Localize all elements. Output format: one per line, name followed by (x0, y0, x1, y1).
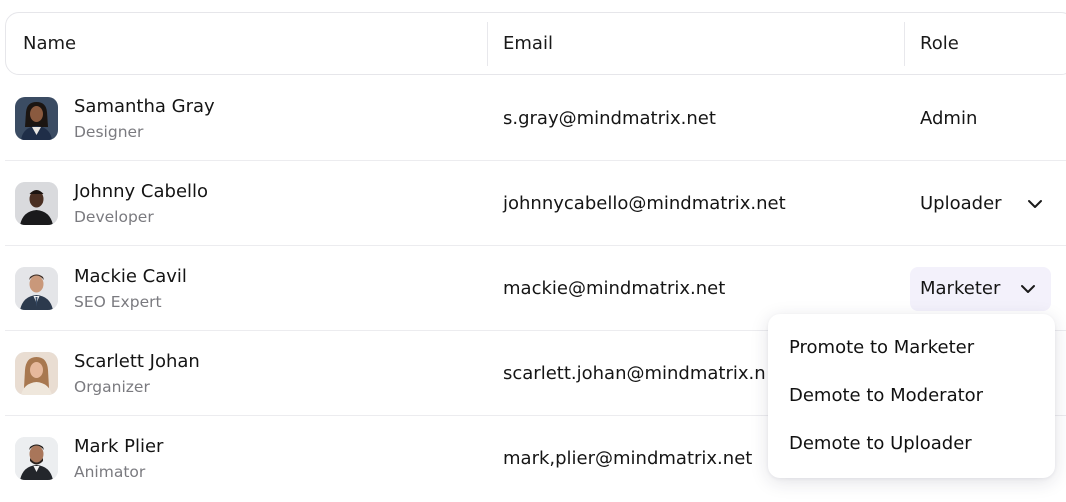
user-email: johnnycabello@mindmatrix.net (503, 193, 786, 214)
menu-item-demote-uploader[interactable]: Demote to Uploader (789, 428, 972, 460)
avatar (15, 267, 58, 310)
avatar (15, 437, 58, 480)
role-dropdown-value: Marketer (920, 278, 1001, 299)
role-dropdown-value: Uploader (920, 193, 1002, 214)
user-title: SEO Expert (74, 293, 162, 311)
avatar (15, 97, 58, 140)
role-dropdown[interactable]: Uploader (910, 182, 1056, 226)
user-title: Organizer (74, 378, 150, 396)
user-name: Mark Plier (74, 436, 164, 457)
user-title: Animator (74, 463, 146, 481)
menu-item-promote-marketer[interactable]: Promote to Marketer (789, 332, 974, 364)
user-name: Mackie Cavil (74, 266, 187, 287)
user-title: Designer (74, 123, 144, 141)
user-email: s.gray@mindmatrix.net (503, 108, 716, 129)
users-table: Name Email Role Samantha Gray Designer s… (0, 0, 1066, 502)
user-email: scarlett.johan@mindmatrix.n (503, 363, 766, 384)
table-header: Name Email Role (5, 12, 1066, 75)
avatar (15, 352, 58, 395)
menu-item-demote-moderator[interactable]: Demote to Moderator (789, 380, 983, 412)
chevron-down-icon (1018, 267, 1038, 311)
user-role: Admin (920, 108, 978, 129)
column-header-email[interactable]: Email (503, 13, 553, 74)
table-row: Samantha Gray Designer s.gray@mindmatrix… (5, 76, 1066, 161)
chevron-down-icon (1025, 182, 1045, 226)
column-divider (904, 22, 905, 66)
user-title: Developer (74, 208, 154, 226)
role-dropdown-menu: Promote to Marketer Demote to Moderator … (768, 314, 1055, 478)
table-row: Johnny Cabello Developer johnnycabello@m… (5, 161, 1066, 246)
column-divider (487, 22, 488, 66)
user-name: Scarlett Johan (74, 351, 200, 372)
column-header-role[interactable]: Role (920, 13, 959, 74)
user-email: mackie@mindmatrix.net (503, 278, 726, 299)
column-header-name[interactable]: Name (23, 13, 76, 74)
user-name: Samantha Gray (74, 96, 215, 117)
role-dropdown[interactable]: Marketer (910, 267, 1051, 311)
user-email: mark,plier@mindmatrix.net (503, 448, 753, 469)
avatar (15, 182, 58, 225)
user-name: Johnny Cabello (74, 181, 209, 202)
